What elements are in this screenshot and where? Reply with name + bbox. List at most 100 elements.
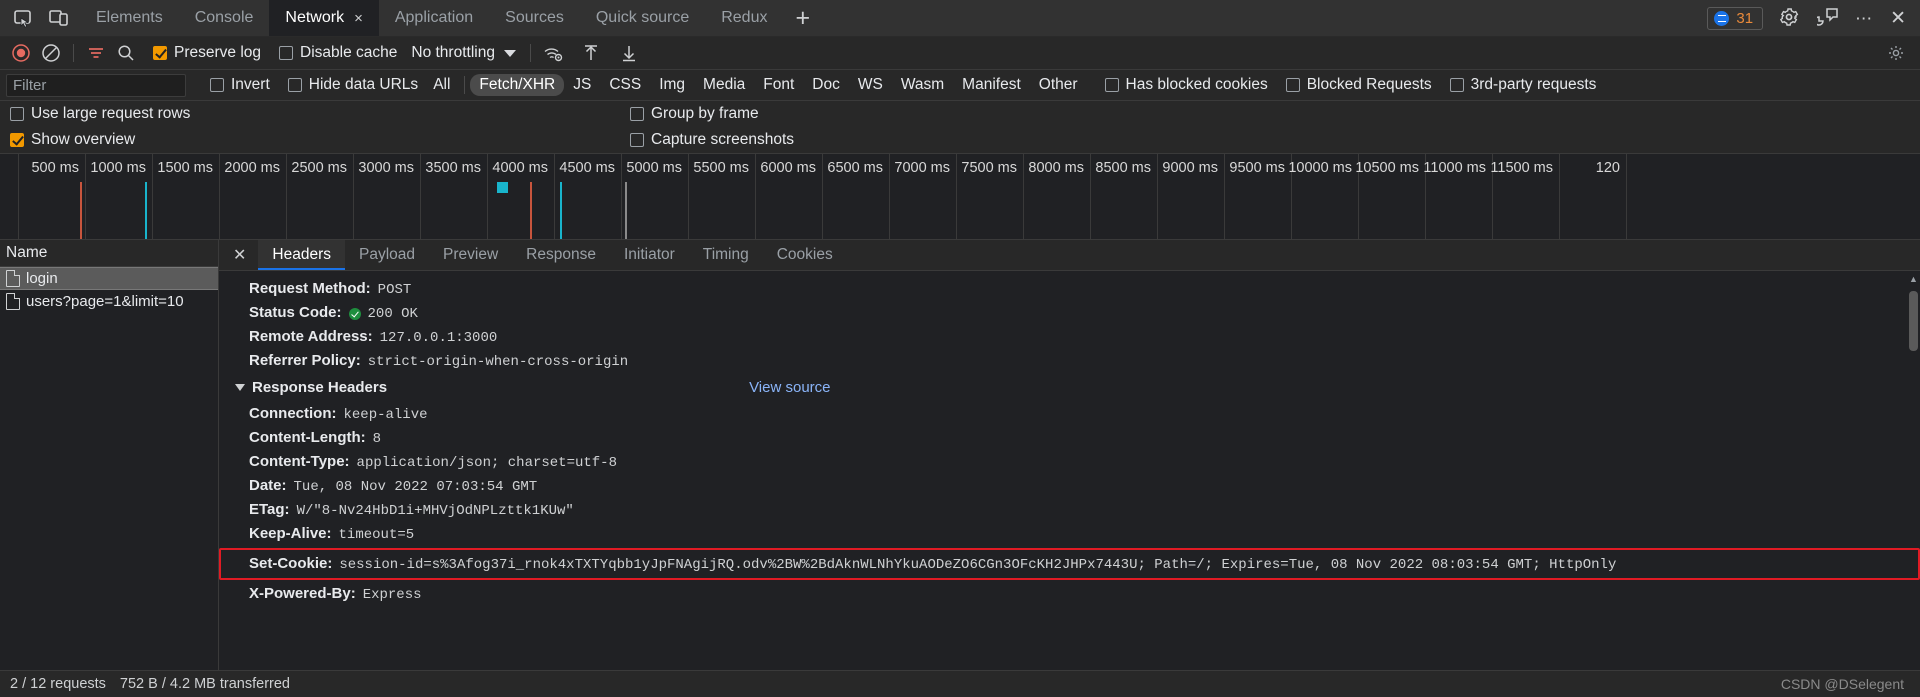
request-row-login[interactable]: login [0, 267, 218, 290]
inspect-element-icon[interactable] [12, 7, 34, 29]
header-key: Referrer Policy: [249, 352, 361, 369]
invert-checkbox[interactable]: Invert [210, 76, 270, 94]
header-value: POST [377, 282, 412, 298]
timeline-tick-label: 500 ms [31, 160, 79, 176]
details-tab-headers[interactable]: Headers [258, 240, 345, 270]
header-value: 8 [372, 431, 382, 447]
issues-badge[interactable]: 31 [1707, 6, 1764, 30]
overview-marker [530, 182, 532, 239]
use-large-request-rows-checkbox[interactable]: Use large request rows [10, 105, 190, 123]
tab-label: Network [285, 9, 345, 26]
checkbox-box [1285, 78, 1300, 92]
header-value: W/"8-Nv24HbD1i+MHVjOdNPLzttk1KUw" [296, 503, 574, 519]
details-tab-preview[interactable]: Preview [429, 240, 512, 270]
header-key: Status Code: [249, 304, 342, 321]
network-overview-timeline[interactable]: 500 ms 1000 ms 1500 ms 2000 ms 2500 ms 3000 m… [0, 154, 1920, 240]
view-source-link[interactable]: View source [749, 379, 830, 396]
set-cookie-highlight: Set-Cookie: session-id=s%3Afog37i_rnok4x… [219, 548, 1920, 580]
issues-count: 31 [1736, 9, 1754, 27]
third-party-requests-checkbox[interactable]: 3rd-party requests [1449, 76, 1596, 94]
filter-type-all[interactable]: All [424, 74, 459, 96]
hide-data-urls-checkbox[interactable]: Hide data URLs [287, 76, 418, 94]
timeline-tick-label: 11000 ms [1423, 160, 1486, 176]
filter-icon[interactable] [81, 39, 111, 67]
group-by-frame-checkbox[interactable]: Group by frame [630, 105, 759, 123]
header-value: timeout=5 [338, 527, 415, 543]
tab-label: Elements [96, 9, 163, 26]
overview-bars [0, 182, 1920, 239]
filter-type-fetch-xhr[interactable]: Fetch/XHR [470, 74, 565, 96]
filter-type-wasm[interactable]: Wasm [892, 74, 953, 96]
header-content-type: Content-Type: application/json; charset=… [219, 450, 1920, 474]
close-icon[interactable]: × [354, 11, 363, 26]
gear-icon[interactable] [1779, 7, 1801, 29]
tab-application[interactable]: Application [379, 0, 489, 36]
header-referrer-policy: Referrer Policy: strict-origin-when-cros… [219, 349, 1920, 373]
group-by-frame-label: Group by frame [651, 105, 759, 122]
details-scrollbar[interactable]: ▲ [1909, 275, 1918, 666]
more-options-icon[interactable]: ⋯ [1855, 10, 1874, 27]
timeline-tick-label: 7500 ms [961, 160, 1017, 176]
clear-button[interactable] [36, 39, 66, 67]
filter-type-js[interactable]: JS [564, 74, 600, 96]
tab-quick-source[interactable]: Quick source [580, 0, 705, 36]
chevron-down-icon [503, 49, 516, 57]
close-details-icon[interactable]: ✕ [219, 240, 258, 270]
import-har-icon[interactable] [576, 39, 606, 67]
network-conditions-icon[interactable] [538, 39, 568, 67]
checkbox-box [10, 133, 24, 147]
details-tab-response[interactable]: Response [512, 240, 610, 270]
invert-label: Invert [231, 76, 270, 93]
timeline-tick-label: 7000 ms [894, 160, 950, 176]
search-icon[interactable] [111, 39, 141, 67]
scroll-up-icon[interactable]: ▲ [1909, 275, 1918, 284]
tab-elements[interactable]: Elements [80, 0, 179, 36]
close-devtools-icon[interactable]: ✕ [1890, 9, 1906, 28]
toolbar-divider [73, 44, 74, 62]
filter-type-font[interactable]: Font [754, 74, 803, 96]
feedback-icon[interactable] [1814, 7, 1839, 29]
show-overview-checkbox[interactable]: Show overview [10, 131, 135, 149]
has-blocked-cookies-checkbox[interactable]: Has blocked cookies [1104, 76, 1268, 94]
capture-screenshots-label: Capture screenshots [651, 131, 795, 148]
scrollbar-thumb[interactable] [1909, 291, 1918, 351]
header-key: Keep-Alive: [249, 525, 332, 542]
request-name: users?page=1&limit=10 [26, 293, 184, 310]
disable-cache-label: Disable cache [300, 44, 398, 61]
filter-type-doc[interactable]: Doc [803, 74, 849, 96]
details-tab-payload[interactable]: Payload [345, 240, 429, 270]
request-row-users[interactable]: users?page=1&limit=10 [0, 290, 218, 313]
filter-input[interactable]: Filter [6, 73, 186, 97]
checkbox-box [153, 46, 167, 60]
filter-type-other[interactable]: Other [1030, 74, 1087, 96]
tab-console[interactable]: Console [179, 0, 270, 36]
tab-sources[interactable]: Sources [489, 0, 580, 36]
tab-redux[interactable]: Redux [705, 0, 783, 36]
filter-type-css[interactable]: CSS [600, 74, 650, 96]
blocked-requests-checkbox[interactable]: Blocked Requests [1285, 76, 1432, 94]
requests-column-header[interactable]: Name [0, 240, 218, 267]
add-tab-button[interactable]: + [783, 0, 822, 36]
preserve-log-checkbox[interactable]: Preserve log [153, 44, 261, 62]
capture-screenshots-checkbox[interactable]: Capture screenshots [630, 131, 794, 149]
filter-type-ws[interactable]: WS [849, 74, 892, 96]
throttling-select[interactable]: No throttling [411, 44, 516, 62]
device-toolbar-icon[interactable] [48, 7, 70, 29]
details-tab-cookies[interactable]: Cookies [763, 240, 847, 270]
details-tab-timing[interactable]: Timing [689, 240, 763, 270]
export-har-icon[interactable] [614, 39, 644, 67]
disable-cache-checkbox[interactable]: Disable cache [279, 44, 397, 62]
response-headers-section[interactable]: Response Headers View source [219, 373, 1920, 402]
filter-type-manifest[interactable]: Manifest [953, 74, 1030, 96]
timeline-tick-label: 9500 ms [1229, 160, 1285, 176]
header-key: Content-Type: [249, 453, 350, 470]
settings-gear-icon[interactable] [1886, 43, 1914, 63]
filter-type-media[interactable]: Media [694, 74, 754, 96]
filter-type-img[interactable]: Img [650, 74, 694, 96]
details-tab-initiator[interactable]: Initiator [610, 240, 689, 270]
checkbox-box [287, 78, 302, 92]
overview-event-square [497, 182, 508, 193]
tab-network[interactable]: Network × [269, 0, 379, 36]
header-value: application/json; charset=utf-8 [356, 455, 617, 471]
record-button[interactable] [6, 39, 36, 67]
